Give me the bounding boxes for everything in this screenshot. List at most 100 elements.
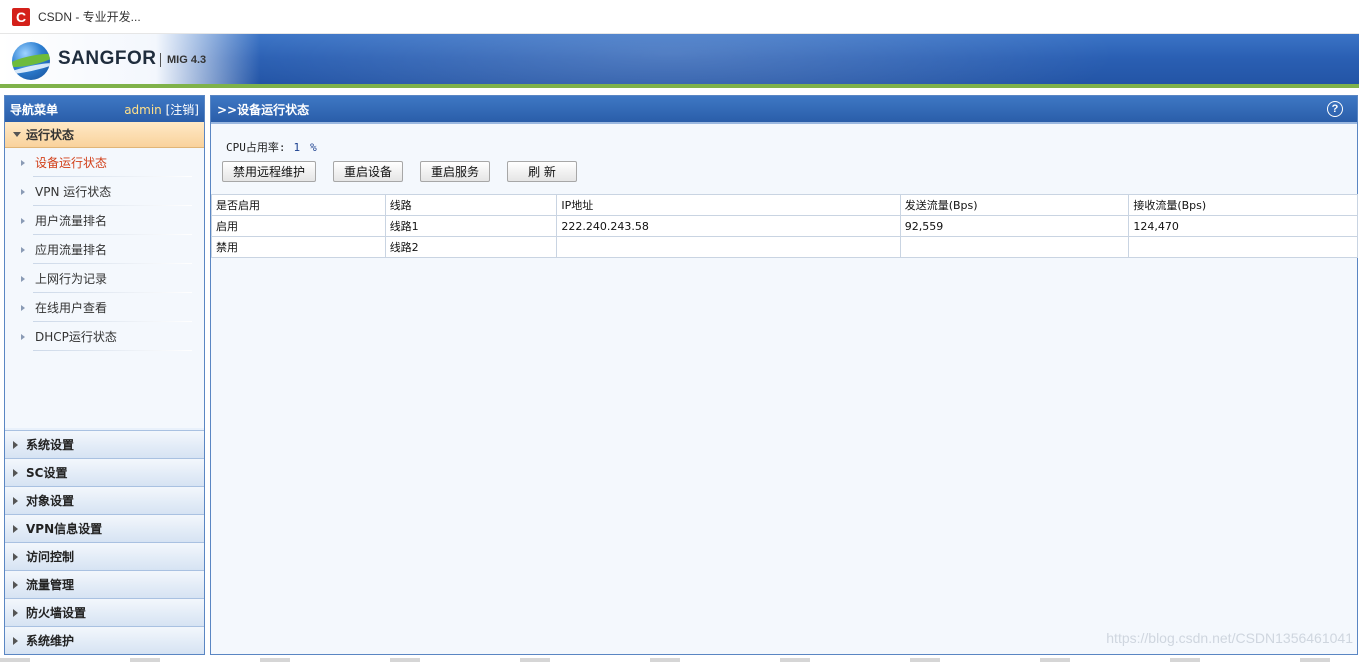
disable-remote-maintenance-button[interactable]: 禁用远程维护 — [222, 161, 316, 182]
column-header: 线路 — [384, 194, 558, 216]
nav-item-label: VPN 运行状态 — [35, 185, 112, 199]
brand-divider — [160, 53, 161, 67]
brand-name: SANGFOR — [58, 48, 157, 69]
bottom-edge — [0, 658, 1359, 662]
nav-item-app-traffic-rank[interactable]: 应用流量排名 — [5, 235, 204, 264]
caret-right-icon — [21, 275, 25, 282]
browser-titlebar: C CSDN - 专业开发... — [0, 0, 1359, 34]
caret-right-icon — [13, 636, 18, 645]
nav-group-vpn-settings[interactable]: VPN信息设置 — [5, 514, 204, 542]
nav-item-device-status[interactable]: 设备运行状态 — [5, 148, 204, 177]
sangfor-globe-icon — [12, 42, 50, 80]
nav-item-label: 设备运行状态 — [35, 156, 108, 170]
table-row: 禁用 线路2 — [211, 236, 1358, 258]
nav-group-label: SC设置 — [26, 466, 68, 480]
csdn-favicon-icon: C — [12, 7, 30, 26]
caret-right-icon — [13, 524, 18, 533]
nav-item-vpn-status[interactable]: VPN 运行状态 — [5, 177, 204, 206]
caret-right-icon — [21, 217, 25, 224]
nav-item-label: DHCP运行状态 — [35, 330, 117, 344]
nav-title: 导航菜单 — [10, 102, 59, 117]
nav-username: admin — [124, 102, 162, 117]
nav-item-dhcp-status[interactable]: DHCP运行状态 — [5, 322, 204, 351]
nav-group-sc-settings[interactable]: SC设置 — [5, 458, 204, 486]
table-cell: 92,559 — [899, 215, 1130, 237]
nav-group-list: 系统设置 SC设置 对象设置 VPN信息设置 访问控制 流量管理 防火墙设置 系… — [5, 430, 204, 654]
product-model: MIG 4.3 — [167, 54, 207, 66]
nav-item-label: 上网行为记录 — [35, 272, 108, 286]
main-panel: >>设备运行状态 ? CPU占用率: 1% 禁用远程维护 重启设备 重启服务 刷 … — [210, 95, 1358, 655]
caret-right-icon — [13, 552, 18, 561]
cpu-unit: % — [310, 141, 317, 154]
nav-user-info: admin [注销] — [124, 101, 199, 118]
nav-group-label: 对象设置 — [26, 494, 75, 508]
table-header-row: 是否启用 线路 IP地址 发送流量(Bps) 接收流量(Bps) — [211, 194, 1358, 216]
logout-link[interactable]: [注销] — [166, 103, 199, 117]
table-row: 启用 线路1 222.240.243.58 92,559 124,470 — [211, 215, 1358, 237]
caret-right-icon — [21, 188, 25, 195]
refresh-button[interactable]: 刷 新 — [507, 161, 577, 182]
nav-group-label: VPN信息设置 — [26, 522, 103, 536]
app-banner: SANGFOR MIG 4.3 — [0, 34, 1359, 88]
caret-right-icon — [13, 608, 18, 617]
table-cell: 禁用 — [211, 236, 386, 258]
nav-panel: 导航菜单 admin [注销] 运行状态 设备运行状态 VPN 运行状态 用户流… — [4, 95, 205, 655]
nav-group-label: 防火墙设置 — [26, 606, 87, 620]
caret-right-icon — [13, 440, 18, 449]
nav-group-run-status[interactable]: 运行状态 — [5, 122, 204, 148]
nav-item-label: 应用流量排名 — [35, 243, 108, 257]
cpu-label: CPU占用率: — [226, 141, 286, 154]
main-header: >>设备运行状态 ? — [211, 96, 1357, 124]
table-cell — [556, 236, 901, 258]
caret-right-icon — [21, 246, 25, 253]
table-cell — [899, 236, 1130, 258]
restart-service-button[interactable]: 重启服务 — [420, 161, 490, 182]
table-cell: 124,470 — [1128, 215, 1358, 237]
caret-right-icon — [13, 496, 18, 505]
banner-decoration — [220, 34, 1120, 88]
column-header: 接收流量(Bps) — [1128, 194, 1358, 216]
column-header: 发送流量(Bps) — [899, 194, 1130, 216]
caret-right-icon — [13, 580, 18, 589]
column-header: 是否启用 — [211, 194, 386, 216]
nav-group-firewall-settings[interactable]: 防火墙设置 — [5, 598, 204, 626]
nav-group-system-maintenance[interactable]: 系统维护 — [5, 626, 204, 654]
caret-right-icon — [21, 333, 25, 340]
nav-item-label: 在线用户查看 — [35, 301, 108, 315]
nav-group-label: 系统设置 — [26, 438, 75, 452]
nav-group-label: 访问控制 — [26, 550, 75, 564]
nav-header: 导航菜单 admin [注销] — [5, 96, 204, 122]
line-status-table: 是否启用 线路 IP地址 发送流量(Bps) 接收流量(Bps) 启用 线路1 … — [211, 194, 1358, 258]
nav-group-object-settings[interactable]: 对象设置 — [5, 486, 204, 514]
table-cell: 线路1 — [384, 215, 558, 237]
action-toolbar: 禁用远程维护 重启设备 重启服务 刷 新 — [222, 161, 594, 182]
browser-tab-title[interactable]: CSDN - 专业开发... — [38, 8, 141, 25]
cpu-usage: CPU占用率: 1% — [226, 139, 327, 155]
nav-group-label: 流量管理 — [26, 578, 75, 592]
caret-down-icon — [13, 132, 21, 137]
page-title: >>设备运行状态 — [217, 102, 310, 117]
nav-group-system-settings[interactable]: 系统设置 — [5, 430, 204, 458]
banner-accent-line — [0, 84, 1359, 88]
restart-device-button[interactable]: 重启设备 — [333, 161, 403, 182]
nav-item-online-users[interactable]: 在线用户查看 — [5, 293, 204, 322]
nav-item-label: 用户流量排名 — [35, 214, 108, 228]
table-cell: 线路2 — [384, 236, 558, 258]
nav-sub-list: 设备运行状态 VPN 运行状态 用户流量排名 应用流量排名 上网行为记录 在线用… — [5, 148, 204, 428]
caret-right-icon — [13, 468, 18, 477]
nav-item-internet-log[interactable]: 上网行为记录 — [5, 264, 204, 293]
table-cell: 启用 — [211, 215, 386, 237]
help-icon[interactable]: ? — [1327, 101, 1343, 117]
nav-group-label: 系统维护 — [26, 634, 75, 648]
column-header: IP地址 — [556, 194, 901, 216]
caret-right-icon — [21, 304, 25, 311]
cpu-value: 1 — [293, 141, 301, 154]
watermark: https://blog.csdn.net/CSDN1356461041 — [1106, 630, 1353, 646]
nav-group-traffic-management[interactable]: 流量管理 — [5, 570, 204, 598]
nav-group-access-control[interactable]: 访问控制 — [5, 542, 204, 570]
caret-right-icon — [21, 159, 25, 166]
table-cell — [1128, 236, 1358, 258]
table-cell: 222.240.243.58 — [556, 215, 901, 237]
nav-group-label: 运行状态 — [26, 128, 75, 142]
nav-item-user-traffic-rank[interactable]: 用户流量排名 — [5, 206, 204, 235]
